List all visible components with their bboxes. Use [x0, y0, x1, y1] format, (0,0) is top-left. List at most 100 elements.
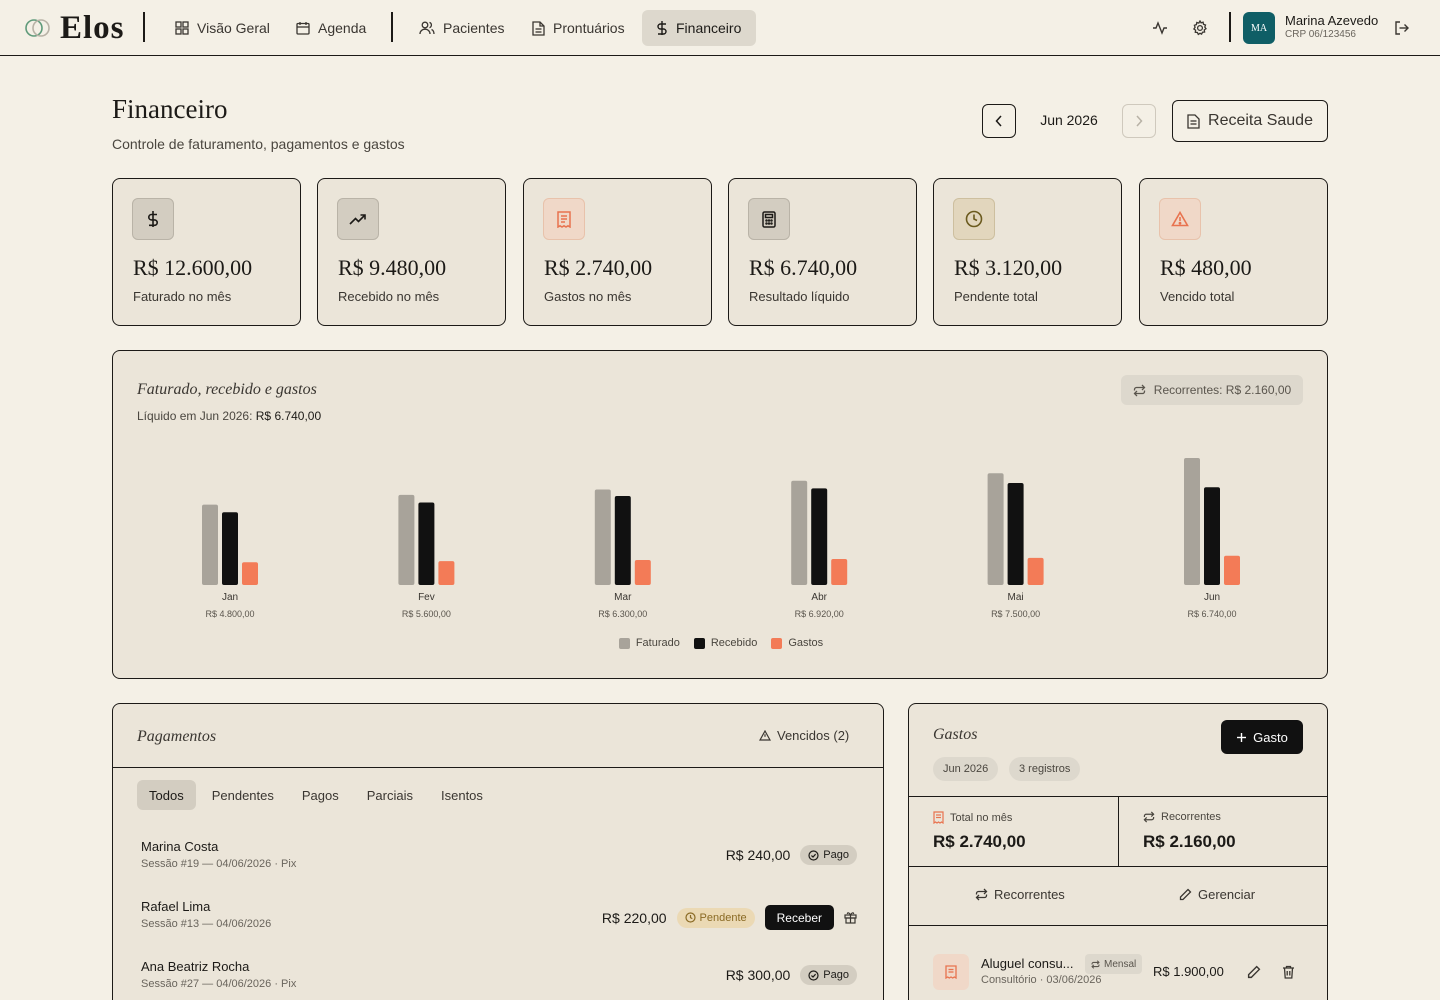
chevron-left-icon — [995, 115, 1002, 127]
bar-faturado-mar — [594, 489, 611, 585]
bar-recebido-jun — [1204, 487, 1220, 585]
bar-faturado-jun — [1184, 458, 1200, 585]
payment-row[interactable]: Marina Costa Sessão #19 — 04/06/2026 · P… — [141, 839, 857, 879]
gift-icon[interactable] — [844, 911, 857, 924]
status-label: Pago — [823, 969, 849, 981]
payment-row[interactable]: Ana Beatriz Rocha Sessão #27 — 04/06/202… — [141, 959, 857, 999]
receipt-icon — [543, 198, 585, 240]
bar-chart: Jan R$ 4.800,00 Fev R$ 5.600,00 Mar R$ 6.300,… — [202, 458, 1240, 619]
bar-recebido-mar — [614, 495, 631, 585]
stat-label: Gastos no mês — [544, 289, 632, 304]
stat-label: Faturado no mês — [133, 289, 232, 304]
gear-icon — [1192, 20, 1207, 36]
gasto-info: Consultório · 03/06/2026 — [981, 974, 1102, 986]
payment-info: Sessão #13 — 04/06/2026 — [141, 918, 272, 930]
payment-amount: R$ 220,00 — [601, 909, 667, 926]
divider — [909, 866, 1327, 867]
bar-faturado-fev — [398, 494, 415, 585]
nav-label: Pacientes — [443, 20, 505, 36]
nav-pacientes[interactable]: Pacientes — [405, 10, 518, 46]
calendar-icon — [296, 22, 310, 35]
stat-value: R$ 9.480,00 — [338, 255, 447, 280]
vencidos-label: Vencidos (2) — [777, 728, 850, 743]
divider — [1118, 797, 1119, 867]
receber-button[interactable]: Receber — [764, 905, 834, 930]
chart-legend: Faturado Recebido Gastos — [113, 637, 1329, 649]
recorrentes-text: Recorrentes — [1161, 811, 1221, 823]
next-month-button[interactable] — [1122, 104, 1156, 138]
stat-card-vencido: R$ 480,00 Vencido total — [1139, 178, 1328, 326]
bar-faturado-jan — [202, 504, 218, 585]
logout-icon — [1394, 21, 1409, 35]
pencil-icon[interactable] — [1247, 965, 1261, 979]
payment-info: Sessão #19 — 04/06/2026 · Pix — [141, 858, 297, 870]
chevron-right-icon — [1136, 115, 1143, 127]
tab-pagos[interactable]: Pagos — [290, 780, 351, 810]
payment-amount: R$ 300,00 — [725, 967, 791, 983]
status-badge: Pago — [800, 845, 857, 865]
add-gasto-button[interactable]: Gasto — [1221, 720, 1303, 754]
bar-gastos-fev — [438, 561, 455, 585]
tab-pendentes[interactable]: Pendentes — [200, 780, 286, 810]
receita-saude-button[interactable]: Receita Saude — [1172, 100, 1328, 142]
recorrentes-label: Recorrentes — [1143, 811, 1221, 823]
prev-month-button[interactable] — [982, 104, 1016, 138]
stat-card-faturado: R$ 12.600,00 Faturado no mês — [112, 178, 301, 326]
clock-icon — [684, 912, 696, 923]
trash-icon[interactable] — [1282, 965, 1295, 979]
stat-label: Resultado líquido — [749, 289, 850, 304]
nav-divider — [143, 12, 145, 42]
payment-tabs: Todos Pendentes Pagos Parciais Isentos — [137, 780, 495, 810]
nav-visao-geral[interactable]: Visão Geral — [161, 10, 284, 46]
dollar-icon — [132, 198, 174, 240]
vencidos-filter[interactable]: Vencidos (2) — [759, 728, 849, 743]
repeat-icon — [975, 888, 988, 901]
pencil-icon — [1179, 888, 1192, 901]
payment-row[interactable]: Rafael Lima Sessão #13 — 04/06/2026 R$ 2… — [141, 899, 857, 939]
tab-isentos[interactable]: Isentos — [429, 780, 495, 810]
nav-label: Visão Geral — [197, 20, 270, 36]
nav-divider — [1229, 12, 1231, 42]
legend-swatch — [693, 637, 705, 649]
gastos-panel: Gastos Gasto Jun 2026 3 registros Total … — [908, 703, 1328, 1000]
x-tick-label: Mai — [1008, 592, 1024, 603]
stat-card-resultado: R$ 6.740,00 Resultado líquido — [728, 178, 917, 326]
x-value-label: R$ 7.500,00 — [991, 609, 1040, 619]
legend-label: Gastos — [788, 637, 824, 649]
recorrentes-button[interactable]: Recorrentes — [975, 887, 1065, 902]
nav-divider — [391, 12, 393, 42]
receipt-icon — [933, 954, 969, 990]
nav-financeiro[interactable]: Financeiro — [642, 10, 756, 46]
nav-prontuarios[interactable]: Prontuários — [518, 10, 639, 46]
pagamentos-title: Pagamentos — [137, 728, 217, 745]
tab-parciais[interactable]: Parciais — [355, 780, 425, 810]
check-circle-icon — [808, 849, 819, 861]
gerenciar-button[interactable]: Gerenciar — [1179, 887, 1255, 902]
settings-button[interactable] — [1188, 16, 1212, 40]
user-name: Marina Azevedo — [1285, 13, 1379, 28]
x-tick-label: Abr — [811, 592, 827, 603]
repeat-icon — [1091, 959, 1100, 969]
payment-patient: Marina Costa — [141, 839, 219, 854]
bar-gastos-mai — [1027, 557, 1044, 585]
nav-agenda[interactable]: Agenda — [282, 10, 380, 46]
tab-todos[interactable]: Todos — [137, 780, 196, 810]
status-badge: Pendente — [676, 907, 755, 928]
legend-label: Recebido — [710, 637, 758, 649]
legend-label: Faturado — [635, 637, 680, 649]
bar-recebido-mai — [1007, 482, 1024, 585]
avatar[interactable]: MA — [1243, 12, 1275, 44]
bar-gastos-jan — [242, 562, 258, 585]
activity-icon — [1153, 21, 1167, 35]
file-text-icon — [1187, 113, 1200, 129]
x-tick-label: Fev — [418, 592, 435, 603]
nav-label: Prontuários — [553, 20, 625, 36]
x-value-label: R$ 6.920,00 — [795, 609, 844, 619]
top-navbar: Elos Visão Geral Agenda Pacientes Prontu… — [0, 0, 1440, 56]
logo[interactable]: Elos — [24, 10, 125, 46]
divider — [113, 767, 883, 768]
payment-patient: Rafael Lima — [141, 899, 211, 914]
activity-button[interactable] — [1148, 16, 1172, 40]
logout-button[interactable] — [1389, 16, 1413, 40]
gasto-amount: R$ 1.900,00 — [1153, 964, 1224, 979]
